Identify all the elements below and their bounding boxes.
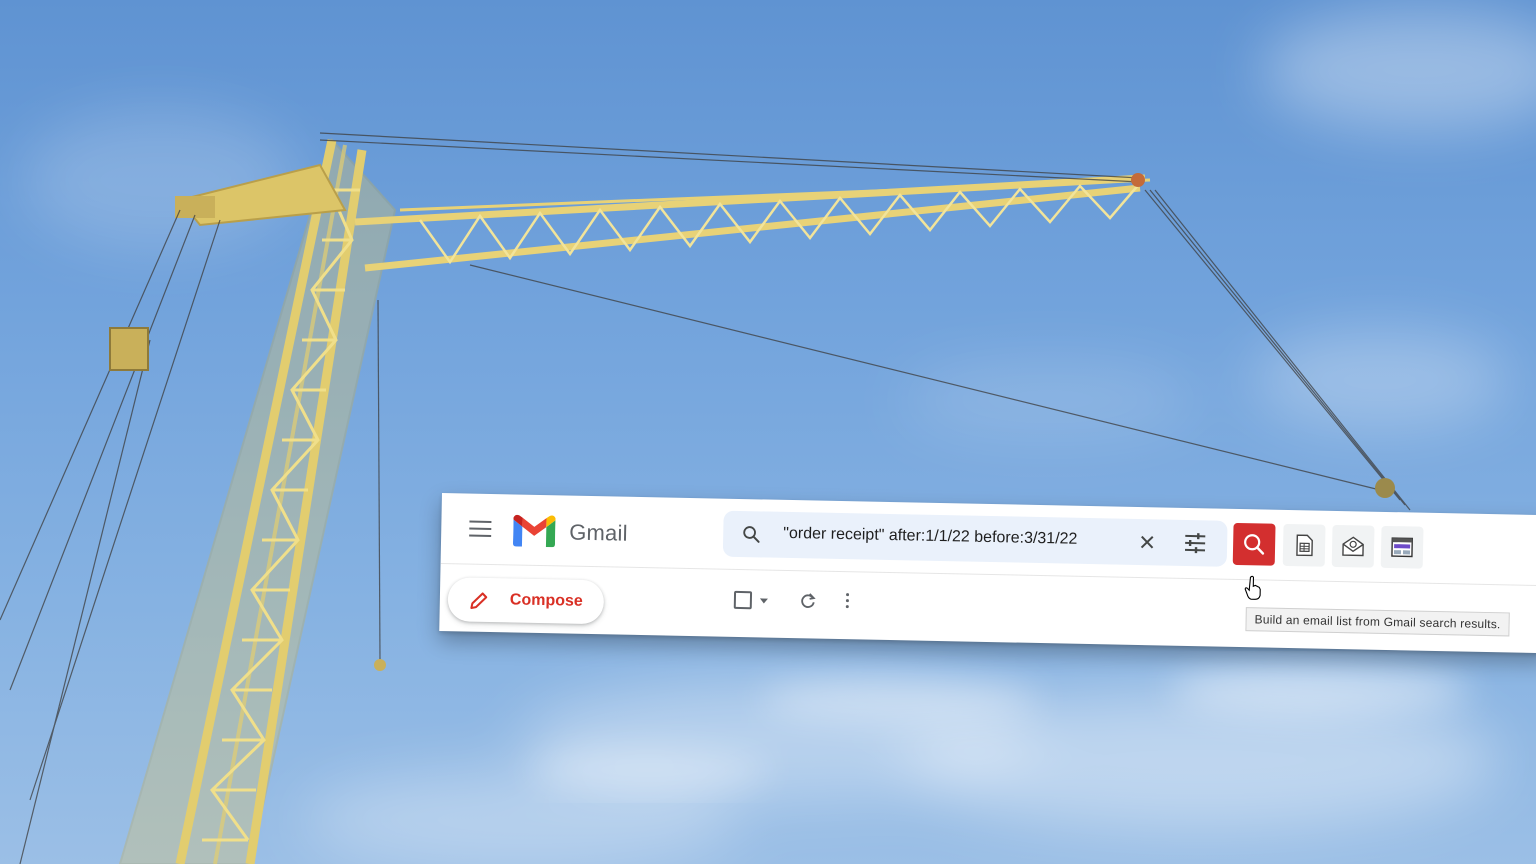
- email-envelope-icon: [1342, 536, 1364, 557]
- tooltip: Build an email list from Gmail search re…: [1245, 607, 1510, 637]
- background-scene: Gmail "order receipt" after:1/1/22 befor…: [0, 0, 1536, 864]
- extension-webpage-button[interactable]: [1380, 525, 1424, 569]
- gmail-logo-text: Gmail: [568, 519, 628, 546]
- hamburger-menu-icon[interactable]: [469, 520, 492, 537]
- tune-icon[interactable]: [1183, 532, 1207, 554]
- extension-spreadsheet-button[interactable]: [1282, 523, 1326, 567]
- search-query-input[interactable]: "order receipt" after:1/1/22 before:3/31…: [783, 525, 1078, 549]
- hand-cursor-icon: [1244, 575, 1261, 600]
- more-vert-icon[interactable]: [845, 593, 850, 611]
- refresh-icon[interactable]: [798, 591, 818, 611]
- checkbox-icon[interactable]: [733, 590, 753, 610]
- gmail-logo-icon: [513, 514, 556, 548]
- webpage-icon: [1391, 537, 1413, 558]
- search-icon: [1244, 534, 1265, 555]
- chevron-down-icon[interactable]: [759, 598, 768, 604]
- search-icon[interactable]: [741, 524, 761, 544]
- compose-label: Compose: [509, 591, 583, 610]
- compose-button[interactable]: Compose: [447, 577, 605, 625]
- extension-email-button[interactable]: [1331, 524, 1375, 568]
- close-icon[interactable]: [1136, 531, 1158, 553]
- tower-crane: [0, 132, 1411, 864]
- extension-search-button[interactable]: [1232, 522, 1276, 566]
- gmail-ui-panel: Gmail "order receipt" after:1/1/22 befor…: [439, 493, 1536, 654]
- pencil-icon: [470, 592, 488, 609]
- spreadsheet-icon: [1296, 534, 1313, 557]
- search-bar[interactable]: "order receipt" after:1/1/22 before:3/31…: [722, 510, 1228, 567]
